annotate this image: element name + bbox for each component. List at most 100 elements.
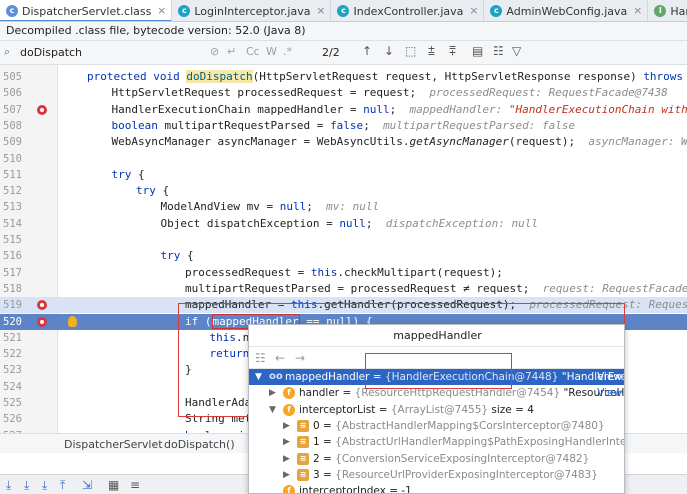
search-icon[interactable]: ⌕ <box>4 45 10 59</box>
breadcrumb-class[interactable]: DispatcherServlet <box>64 438 163 451</box>
open-in-window-icon[interactable]: ☷ <box>493 44 504 58</box>
code-line[interactable]: 510 <box>0 151 687 167</box>
expand-arrow-icon[interactable]: ▶ <box>283 418 290 434</box>
code-token: (HttpServletRequest request, HttpServlet… <box>252 70 644 83</box>
equals-sign: = <box>385 485 402 494</box>
code-line[interactable]: 506 HttpServletRequest processedRequest =… <box>0 85 687 101</box>
force-step-into-icon[interactable]: ⤓ <box>42 478 47 493</box>
code-token: asyncManager: WebAsy <box>588 135 687 149</box>
field-icon: f <box>283 485 295 493</box>
code-line[interactable]: 511 try { <box>0 167 687 183</box>
code-line[interactable]: 507 HandlerExecutionChain mappedHandler =… <box>0 102 687 118</box>
close-icon[interactable]: × <box>469 4 478 17</box>
select-all-matches-icon[interactable]: ▤ <box>472 44 483 58</box>
code-line[interactable]: 508 boolean multipartRequestParsed = fals… <box>0 118 687 134</box>
tree-row[interactable]: ▶ ≡ 1 = {AbstractUrlHandlerMapping$PathExp… <box>249 434 624 450</box>
close-icon[interactable]: × <box>633 4 642 17</box>
run-to-cursor-icon[interactable]: ⇲ <box>82 478 92 492</box>
code-token: Except <box>683 70 687 83</box>
tree-row-text: 3 = {ResourceUrlProviderExposingIntercep… <box>313 467 598 483</box>
popup-title: mappedHandler <box>249 325 624 347</box>
pin-icon[interactable]: ☷ <box>255 351 266 365</box>
expand-arrow-icon[interactable]: ▶ <box>283 467 290 483</box>
code-token: multipartRequestParsed = processedReques… <box>185 281 543 295</box>
expand-arrow-icon[interactable]: ▶ <box>283 451 290 467</box>
code-token: getAsyncManager <box>409 135 509 149</box>
code-text: } <box>185 362 192 378</box>
forward-arrow-icon[interactable]: → <box>295 351 305 365</box>
view-link[interactable]: View <box>597 385 622 401</box>
lightbulb-icon[interactable] <box>68 315 77 327</box>
variable-value: -1 <box>401 485 412 494</box>
select-all-occurrences-icon[interactable]: ⬚ <box>405 44 416 58</box>
view-link[interactable]: View <box>597 369 622 385</box>
tab-label: IndexController.java <box>353 4 464 18</box>
frames-icon[interactable]: ≡ <box>130 478 140 492</box>
code-line[interactable]: 518 multipartRequestParsed = processedReq… <box>0 281 687 297</box>
evaluate-expression-icon[interactable]: ▦ <box>108 478 119 492</box>
code-token: this <box>310 265 338 279</box>
tree-row-text: interceptorIndex = -1 <box>299 483 412 494</box>
match-case-toggle[interactable]: Cc <box>246 45 260 58</box>
breakpoint-icon[interactable] <box>37 104 47 115</box>
list-item-icon: ≡ <box>297 452 309 465</box>
code-token: multipartRequestParsed = <box>164 118 331 132</box>
variable-type: {ArrayList@7455} <box>390 403 489 416</box>
previous-occurrence-icon[interactable]: ↑ <box>362 44 372 58</box>
code-line[interactable]: 514 Object dispatchException = null; disp… <box>0 216 687 232</box>
line-number: 508 <box>3 119 22 132</box>
collapse-arrow-icon[interactable]: ▼ <box>269 402 276 418</box>
collapse-arrow-icon[interactable]: ▼ <box>255 369 262 385</box>
filter-icon[interactable]: ▽ <box>512 44 521 58</box>
code-token: if ( <box>185 314 212 328</box>
step-into-icon[interactable]: ⤓ <box>24 478 29 493</box>
step-out-icon[interactable]: ⤒ <box>60 478 65 493</box>
tab-3[interactable]: c AdminWebConfig.java × <box>484 0 649 21</box>
code-line[interactable]: 517 processedRequest = this.checkMultipar… <box>0 265 687 281</box>
variable-type: {AbstractHandlerMapping$CorsInterceptor@… <box>335 419 605 432</box>
equals-sign: = <box>319 468 336 481</box>
expand-arrow-icon[interactable]: ▶ <box>269 385 276 401</box>
close-icon[interactable]: × <box>316 4 325 17</box>
code-line[interactable]: 513 ModelAndView mv = null; mv: null <box>0 199 687 215</box>
tree-row[interactable]: ▼ f interceptorList = {ArrayList@7455} siz… <box>249 402 624 418</box>
tree-row[interactable]: f interceptorIndex = -1 <box>249 483 624 494</box>
code-line[interactable]: 509 WebAsyncManager asyncManager = WebAsy… <box>0 134 687 150</box>
back-arrow-icon[interactable]: ← <box>275 351 285 365</box>
line-number: 512 <box>3 185 22 198</box>
new-line-icon[interactable]: ↵ <box>227 45 236 58</box>
tab-2[interactable]: c IndexController.java × <box>331 0 485 21</box>
code-line[interactable]: 516 try { <box>0 248 687 264</box>
tab-0[interactable]: c DispatcherServlet.class × <box>0 0 173 21</box>
regex-toggle[interactable]: .* <box>283 45 292 58</box>
code-token: null <box>279 200 307 214</box>
code-text: mappedHandler = this.getHandler(processe… <box>185 297 687 313</box>
code-line[interactable]: 515 <box>0 232 687 248</box>
tree-row[interactable]: ▶ ≡ 3 = {ResourceUrlProviderExposingInterc… <box>249 467 624 483</box>
clear-search-icon[interactable]: ⊘ <box>210 45 219 58</box>
code-line[interactable]: 505 protected void doDispatch(HttpServlet… <box>0 69 687 85</box>
add-occurrence-icon[interactable]: ⩲ <box>428 44 435 59</box>
code-line[interactable]: 519 mappedHandler = this.getHandler(proce… <box>0 297 687 314</box>
tree-row[interactable]: ▶ ≡ 0 = {AbstractHandlerMapping$CorsInterc… <box>249 418 624 434</box>
tab-1[interactable]: c LoginInterceptor.java × <box>172 0 332 21</box>
breakpoint-icon[interactable] <box>37 300 47 311</box>
tree-row[interactable]: ▶ ≡ 2 = {ConversionServiceExposingIntercep… <box>249 451 624 467</box>
expand-arrow-icon[interactable]: ▶ <box>283 434 290 450</box>
tab-4[interactable]: IHandlerInterceptor.class× <box>648 0 687 21</box>
remove-occurrence-icon[interactable]: ⩱ <box>449 44 456 59</box>
search-input[interactable]: doDispatch <box>20 46 82 59</box>
step-over-icon[interactable]: ⤓ <box>6 478 11 493</box>
variable-type: {ResourceUrlProviderExposingInterceptor@… <box>335 468 598 481</box>
code-token: { <box>131 167 145 181</box>
close-icon[interactable]: × <box>157 4 166 17</box>
code-text: processedRequest = this.checkMultipart(r… <box>185 265 503 281</box>
whole-words-toggle[interactable]: W <box>266 45 277 58</box>
code-token: throws <box>643 70 684 83</box>
breadcrumb-method[interactable]: doDispatch() <box>164 438 235 451</box>
breakpoint-icon[interactable] <box>37 316 47 327</box>
next-occurrence-icon[interactable]: ↓ <box>384 44 394 58</box>
code-line[interactable]: 512 try { <box>0 183 687 199</box>
variable-name: 1 <box>313 436 320 449</box>
code-token: this <box>209 330 237 344</box>
